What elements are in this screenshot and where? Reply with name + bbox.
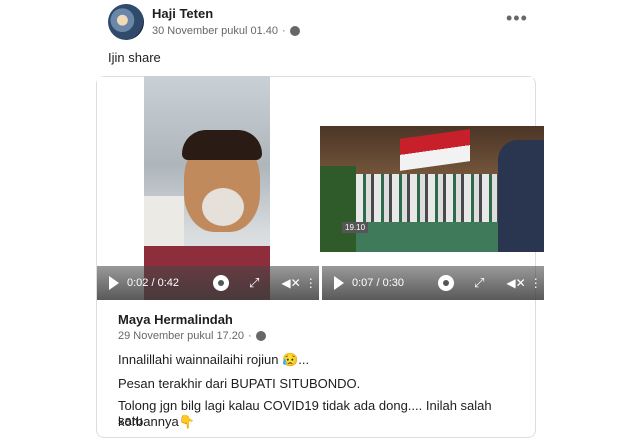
volume-dots-icon: ⋮ — [304, 276, 317, 290]
mute-icon[interactable]: ◀✕ — [281, 276, 300, 290]
video-2-time-overlay: 19.10 — [342, 222, 369, 233]
volume-dots-icon: ⋮ — [529, 276, 542, 290]
video-1-time: 0:02 / 0:42 — [127, 277, 179, 289]
shared-author[interactable]: Maya Hermalindah — [118, 312, 233, 327]
play-icon[interactable] — [109, 276, 119, 290]
mute-icon[interactable]: ◀✕ — [506, 276, 525, 290]
video-2-time: 0:07 / 0:30 — [352, 277, 404, 289]
shared-meta: 29 November pukul 17.20 · — [118, 330, 266, 342]
gear-icon[interactable] — [213, 275, 229, 291]
video-2[interactable] — [320, 126, 544, 252]
author-avatar[interactable] — [108, 4, 144, 40]
expand-icon[interactable]: ⤢ — [249, 275, 259, 291]
plant — [320, 166, 356, 252]
foreground-person — [498, 140, 544, 252]
dot-separator: · — [281, 25, 286, 37]
globe-icon — [289, 26, 300, 36]
post-author[interactable]: Haji Teten — [152, 6, 213, 21]
expand-icon[interactable]: ⤢ — [474, 275, 484, 291]
post-caption: Ijin share — [108, 50, 161, 65]
oxygen-mask — [202, 188, 244, 226]
shared-timestamp[interactable]: 29 November pukul 17.20 — [118, 330, 244, 342]
gear-icon[interactable] — [438, 275, 454, 291]
crowd — [356, 174, 506, 224]
video-1-hair — [182, 130, 262, 160]
video-1-controls: 0:02 / 0:42 ⤢ ◀✕ ⋮ — [97, 266, 319, 300]
video-2-controls: 0:07 / 0:30 ⤢ ◀✕ ⋮ — [322, 266, 544, 300]
shared-text-line-1: Innalillahi wainnailaihi rojiun 😥... — [118, 352, 310, 367]
shared-text-line-4: korbannya👇 — [118, 414, 195, 429]
play-icon[interactable] — [334, 276, 344, 290]
post-meta: 30 November pukul 01.40 · — [152, 25, 300, 37]
globe-icon — [255, 331, 266, 341]
shared-text-line-2: Pesan terakhir dari BUPATI SITUBONDO. — [118, 376, 361, 391]
more-options-button[interactable]: ••• — [506, 8, 528, 29]
dot-separator: · — [247, 330, 252, 342]
post-timestamp[interactable]: 30 November pukul 01.40 — [152, 25, 278, 37]
